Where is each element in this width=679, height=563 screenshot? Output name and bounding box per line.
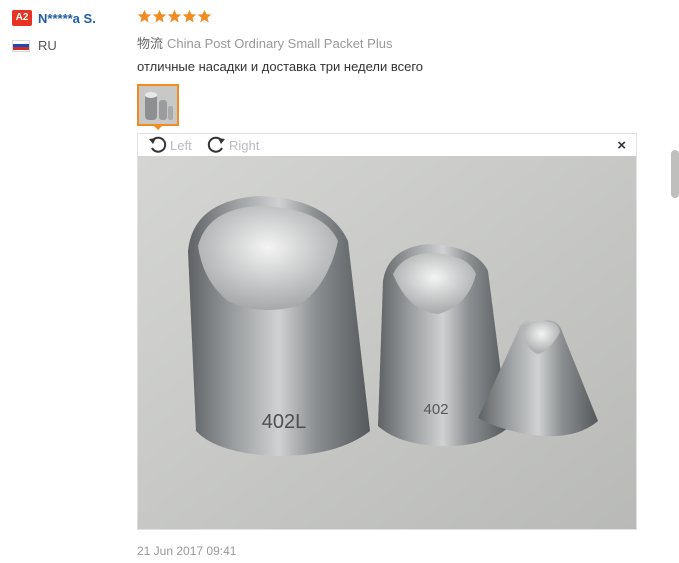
rotate-left-icon bbox=[149, 136, 167, 153]
rotate-left-button[interactable]: Left bbox=[148, 136, 192, 154]
next-item-fragment bbox=[671, 150, 679, 198]
country-code: RU bbox=[38, 38, 57, 53]
buyer-name[interactable]: N*****a S. bbox=[38, 11, 96, 26]
image-viewer: Left Right × 402L 402 bbox=[137, 133, 637, 530]
feedback-date: 21 Jun 2017 09:41 bbox=[137, 544, 237, 558]
viewer-toolbar: Left Right × bbox=[138, 134, 636, 156]
star-icon bbox=[182, 9, 197, 23]
shipping-method: China Post Ordinary Small Packet Plus bbox=[167, 36, 393, 51]
close-viewer-button[interactable]: × bbox=[617, 137, 626, 154]
tip-label-402l: 402L bbox=[262, 411, 307, 433]
star-icon bbox=[137, 9, 152, 23]
rotate-right-icon bbox=[207, 136, 225, 153]
buyer-country: RU bbox=[12, 38, 57, 53]
star-icon bbox=[167, 9, 182, 23]
star-icon bbox=[197, 9, 212, 23]
feedback-text: отличные насадки и доставка три недели в… bbox=[137, 59, 424, 74]
photo-thumbnail[interactable] bbox=[137, 84, 179, 126]
thumbnail-image bbox=[139, 86, 177, 124]
feedback-item: A2 N*****a S. RU 物流 China Post Ordinary S… bbox=[0, 0, 679, 563]
tip-label-402: 402 bbox=[423, 401, 448, 418]
rotate-left-label: Left bbox=[170, 137, 192, 153]
buyer-info: A2 N*****a S. bbox=[12, 10, 96, 26]
shipping-info: 物流 China Post Ordinary Small Packet Plus bbox=[137, 33, 392, 52]
next-item-edge bbox=[668, 150, 679, 198]
piping-tips-photo: 402L 402 bbox=[138, 156, 636, 529]
rotate-right-button[interactable]: Right bbox=[205, 136, 259, 154]
star-rating bbox=[137, 9, 212, 24]
russia-flag-icon bbox=[12, 39, 30, 52]
rotate-right-label: Right bbox=[229, 137, 260, 153]
star-icon bbox=[152, 9, 167, 23]
buyer-level-badge: A2 bbox=[12, 10, 32, 26]
thumbnail-selected-pointer bbox=[152, 124, 164, 130]
review-photo: 402L 402 bbox=[138, 156, 636, 529]
shipping-label: 物流 bbox=[137, 36, 164, 51]
